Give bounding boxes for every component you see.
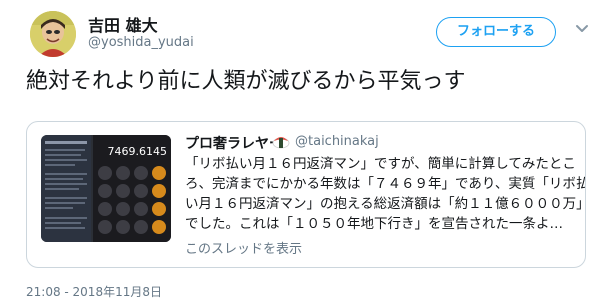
quoted-tweet-text: 「リボ払い月１６円返済マン」ですが、簡単に計算してみたとこ ろ、完済までにかかる… — [185, 154, 586, 234]
author-name[interactable]: 吉田 雄大 — [88, 12, 158, 36]
tweet-timestamp[interactable]: 21:08 - 2018年11月8日 — [26, 283, 162, 300]
avatar[interactable] — [30, 11, 76, 57]
sushi-icon — [272, 137, 290, 149]
author-handle[interactable]: @yoshida_yudai — [88, 35, 194, 50]
quoted-author-handle: @taichinakaj — [295, 134, 379, 149]
calculator-display-number: 7469.6145 — [108, 145, 168, 158]
quoted-text-line: 「リボ払い月１６円返済マン」ですが、簡単に計算してみたとこ — [185, 156, 576, 172]
quoted-text-line: ろ、完済までにかかる年数は「７４６９年」であり、実質「リボ払 — [185, 176, 586, 192]
quoted-text-line: でした。これは「１０５０年地下行き」を宣告された一条よ… — [185, 216, 563, 232]
follow-button[interactable]: フォローする — [436, 17, 556, 47]
follow-button-label: フォローする — [456, 24, 535, 39]
quoted-tweet-card[interactable]: 7469.6145 プロ奢ラレヤー @taichinakaj 「リボ払い月１６円… — [26, 121, 586, 268]
chevron-down-icon[interactable] — [575, 24, 589, 34]
quoted-tweet-thumbnail: 7469.6145 — [41, 135, 171, 242]
screenshot-collage-image: 7469.6145 — [41, 135, 171, 242]
avatar-image — [30, 11, 76, 57]
quoted-text-line: い月１６円返済マン」の抱える総返済額は「約１１億６０００万」 — [185, 196, 586, 212]
tweet-text: 絶対それより前に人類が滅びるから平気っす — [26, 69, 466, 94]
quoted-author-name: プロ奢ラレヤー — [185, 136, 283, 152]
show-thread-link[interactable]: このスレッドを表示 — [185, 238, 302, 257]
